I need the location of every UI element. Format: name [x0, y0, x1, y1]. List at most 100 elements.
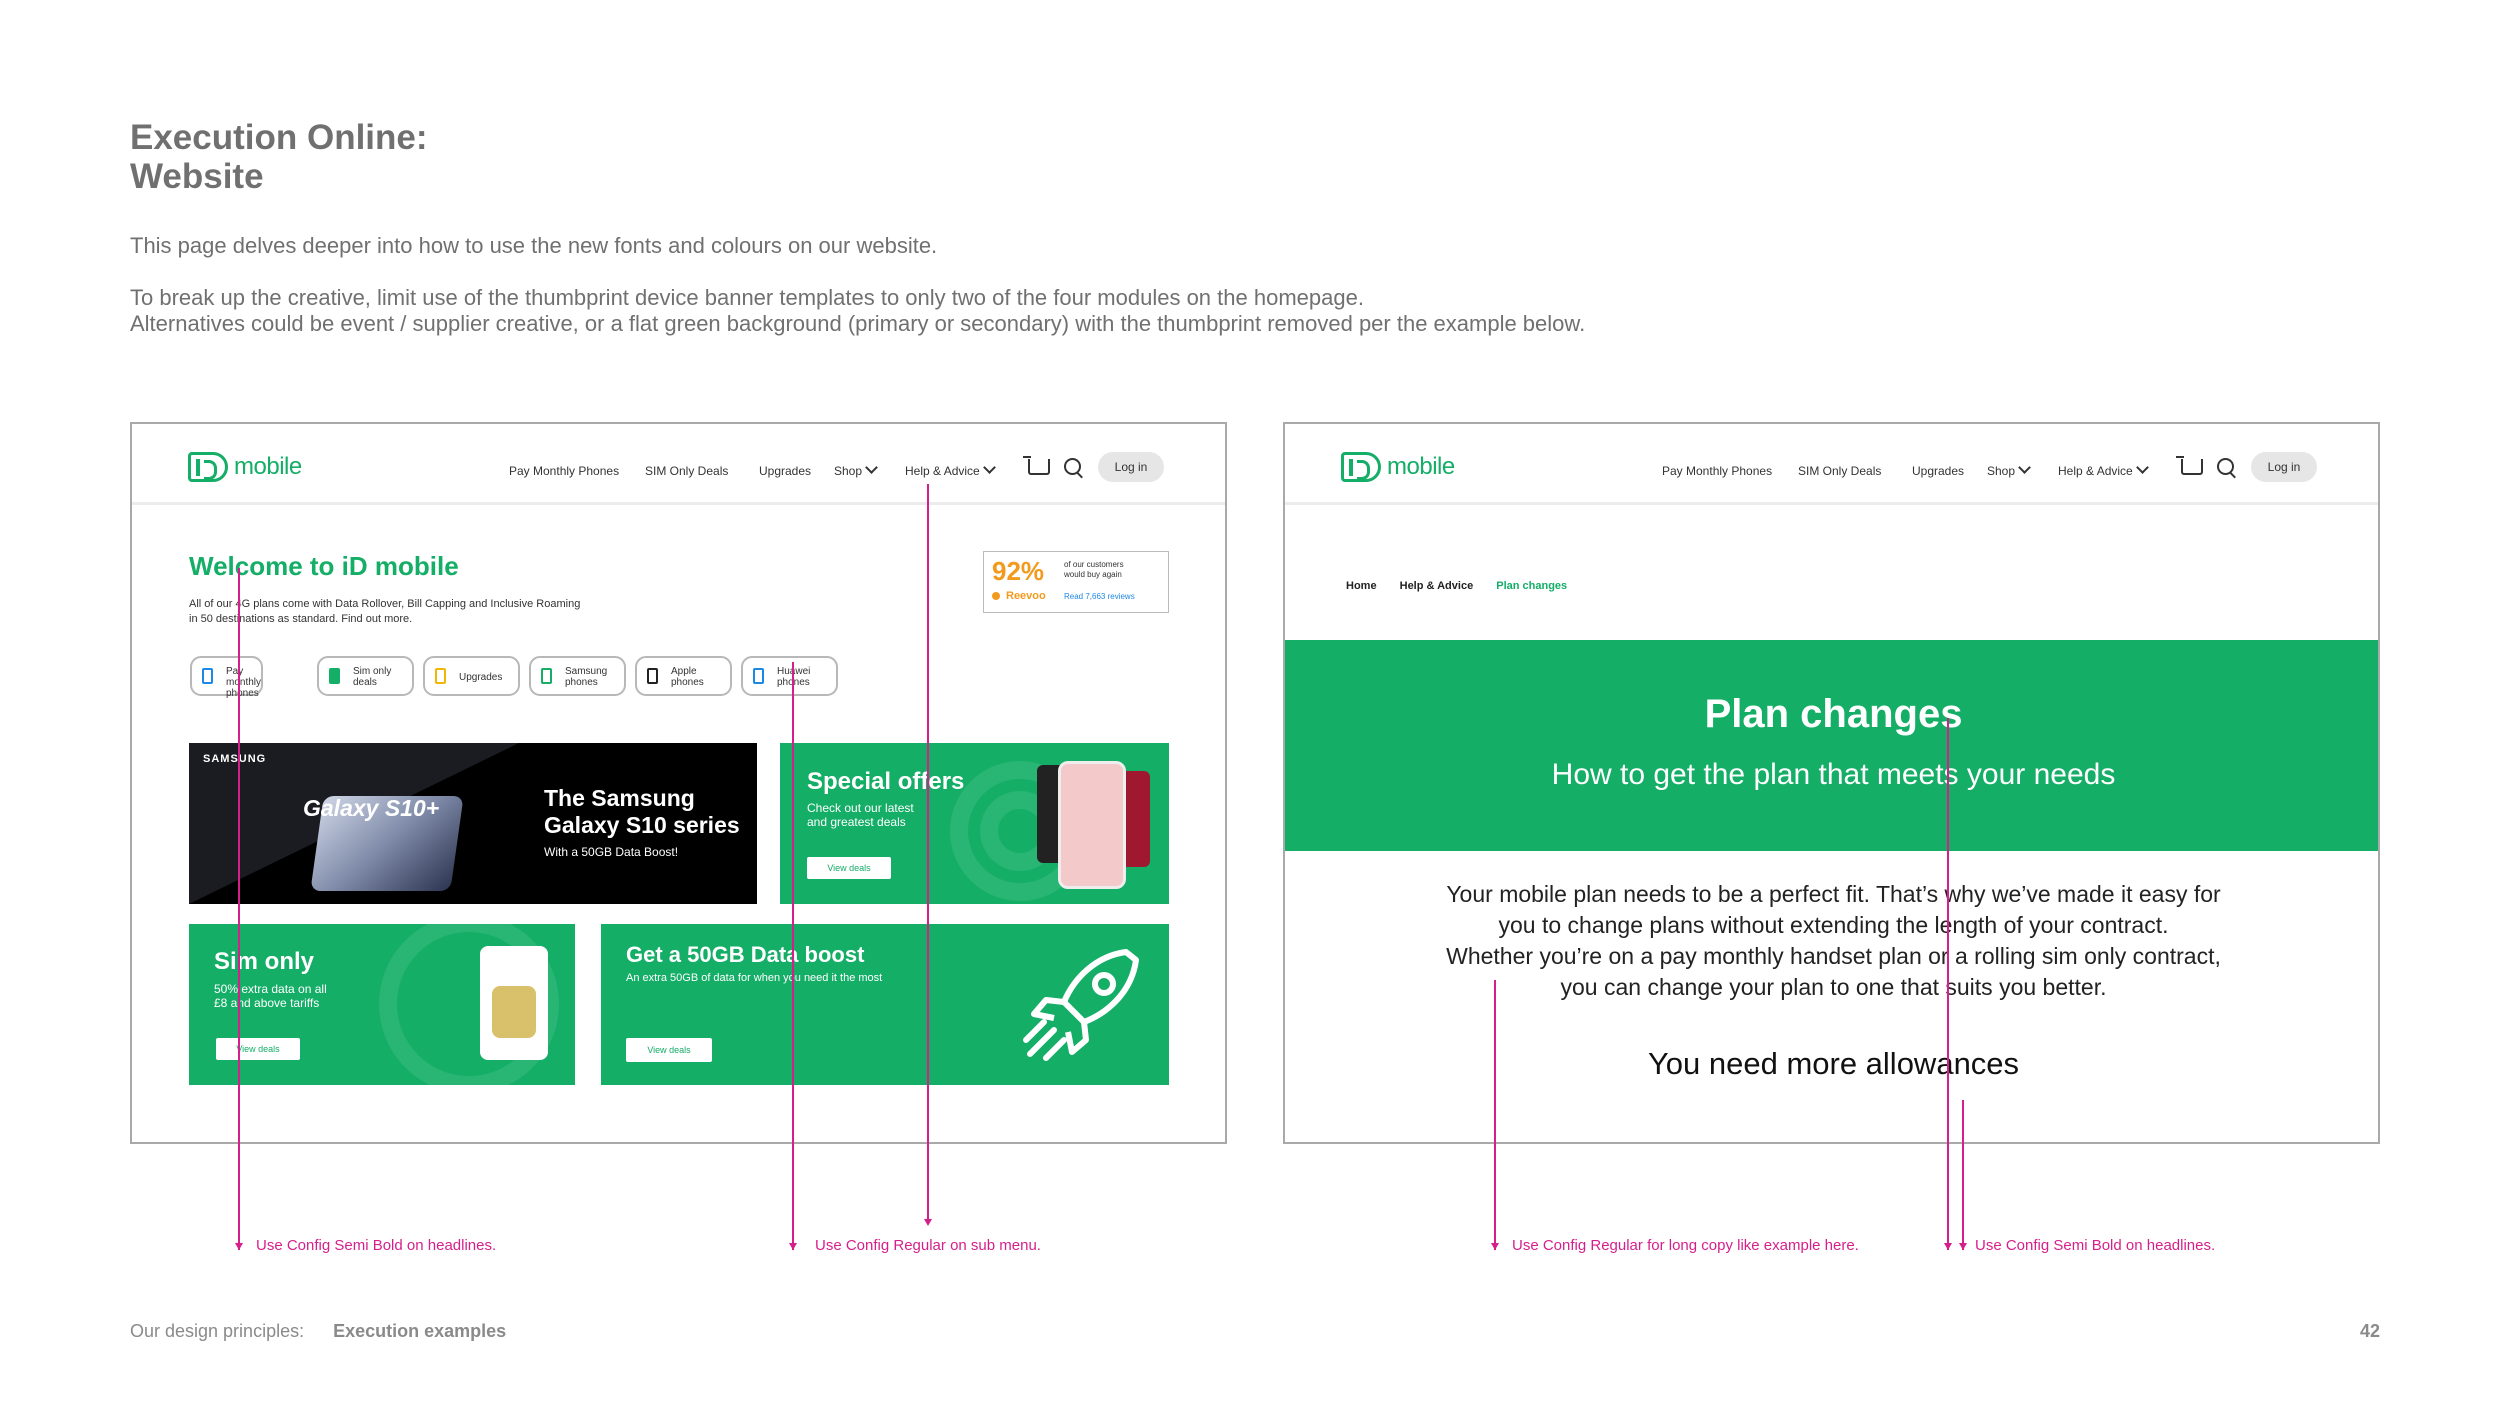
- search-icon[interactable]: [1064, 458, 1081, 475]
- samsung-sub: With a 50GB Data Boost!: [544, 845, 679, 859]
- nav-upgrades[interactable]: Upgrades: [759, 464, 811, 478]
- chevron-down-icon: [2018, 461, 2031, 474]
- samsung-headline-line1: The Samsung: [544, 785, 695, 811]
- chip-samsung[interactable]: Samsung phones: [529, 656, 626, 696]
- special-offers-sub-line2: and greatest deals: [807, 815, 906, 829]
- site-nav: mobile Pay Monthly Phones SIM Only Deals…: [132, 424, 1225, 505]
- chip-upgrades[interactable]: Upgrades: [423, 656, 520, 696]
- annotation-arrow-icon: [235, 1243, 243, 1250]
- id-logo-icon: [188, 452, 228, 482]
- nav-pay-monthly[interactable]: Pay Monthly Phones: [1662, 464, 1772, 478]
- phone-icon: [753, 668, 764, 684]
- page-title: Execution Online: Website: [130, 118, 428, 196]
- footer-section: Our design principles:: [130, 1321, 305, 1341]
- chip-label: Pay monthly phones: [226, 666, 261, 699]
- desc-line2: in 50 destinations as standard. Find out…: [189, 613, 413, 625]
- footer-subsection: Execution examples: [333, 1321, 507, 1341]
- chip-label: Samsung phones: [565, 666, 607, 688]
- view-deals-button[interactable]: View deals: [807, 857, 891, 879]
- login-button[interactable]: Log in: [1098, 452, 1164, 482]
- phone-icon: [202, 668, 213, 684]
- special-offers-sub-line1: Check out our latest: [807, 801, 914, 815]
- id-mobile-logo[interactable]: mobile: [188, 450, 302, 484]
- annotation-line: [927, 484, 929, 1224]
- nav-help[interactable]: Help & Advice: [2058, 461, 2149, 478]
- annotation-arrow-icon: [1491, 1243, 1499, 1250]
- chip-label-line2: deals: [353, 677, 377, 688]
- nav-sim-only[interactable]: SIM Only Deals: [645, 464, 728, 478]
- plan-changes-mockup: mobile Pay Monthly Phones SIM Only Deals…: [1283, 422, 2380, 1144]
- search-icon[interactable]: [2217, 458, 2234, 475]
- chip-label-line1: Pay monthly: [226, 666, 262, 688]
- body-line: Your mobile plan needs to be a perfect f…: [1446, 881, 2221, 907]
- samsung-headline-line2: Galaxy S10 series: [544, 812, 740, 838]
- sim-only-banner[interactable]: Sim only 50% extra data on all £8 and ab…: [189, 924, 575, 1085]
- chip-label: Apple phones: [671, 666, 704, 688]
- annotation-sub-menu: Use Config Regular on sub menu.: [815, 1237, 1041, 1254]
- page-number: 42: [2359, 1321, 2380, 1341]
- footer: Our design principles: Execution example…: [130, 1321, 506, 1342]
- cart-icon[interactable]: [1023, 456, 1050, 475]
- annotation-arrow-icon: [1959, 1243, 1967, 1250]
- cart-icon[interactable]: [2176, 456, 2203, 475]
- nav-pay-monthly[interactable]: Pay Monthly Phones: [509, 464, 619, 478]
- reevoo-widget[interactable]: 92% of our customers would buy again Ree…: [983, 551, 1169, 613]
- breadcrumb-current: Plan changes: [1496, 580, 1568, 592]
- intro-paragraph-2: To break up the creative, limit use of t…: [130, 285, 1364, 310]
- breadcrumb: Home Help & Advice Plan changes: [1346, 580, 1567, 592]
- reevoo-percent: 92%: [992, 556, 1045, 586]
- nav-sim-only[interactable]: SIM Only Deals: [1798, 464, 1881, 478]
- page-title-line1: Execution Online:: [130, 118, 428, 157]
- chip-label: Sim only deals: [353, 666, 391, 688]
- chevron-down-icon: [2135, 461, 2149, 474]
- id-logo-icon: [1341, 452, 1381, 482]
- allowances-subhead: You need more allowances: [1647, 1046, 2020, 1081]
- id-mobile-logo[interactable]: mobile: [1341, 450, 1455, 484]
- chip-sim-only[interactable]: Sim only deals: [317, 656, 414, 696]
- special-offers-banner[interactable]: Special offers Check out our latest and …: [780, 743, 1169, 904]
- chip-pay-monthly[interactable]: Pay monthly phones: [190, 656, 263, 699]
- logo-text: mobile: [1387, 453, 1455, 480]
- nav-shop[interactable]: Shop: [834, 461, 878, 478]
- phone-image: [1058, 761, 1126, 889]
- login-button[interactable]: Log in: [2251, 452, 2317, 482]
- sim-chip-icon: [492, 986, 536, 1038]
- chevron-down-icon: [865, 461, 878, 474]
- desc-line1: All of our 4G plans come with Data Rollo…: [189, 598, 581, 610]
- reevoo-text: of our customers would buy again: [1064, 560, 1124, 580]
- welcome-description: All of our 4G plans come with Data Rollo…: [189, 597, 580, 627]
- welcome-headline: Welcome to iD mobile: [189, 551, 459, 581]
- chip-apple[interactable]: Apple phones: [635, 656, 732, 696]
- sim-only-sub-line2: £8 and above tariffs: [214, 996, 320, 1010]
- reevoo-text-line1: of our customers: [1064, 560, 1124, 569]
- nav-shop[interactable]: Shop: [1987, 461, 2031, 478]
- data-boost-banner[interactable]: Get a 50GB Data boost An extra 50GB of d…: [601, 924, 1169, 1085]
- site-nav: mobile Pay Monthly Phones SIM Only Deals…: [1285, 424, 2378, 505]
- view-deals-button[interactable]: View deals: [216, 1038, 300, 1060]
- nav-help[interactable]: Help & Advice: [905, 461, 996, 478]
- intro-paragraph-3: Alternatives could be event / supplier c…: [130, 311, 1586, 336]
- annotation-arrow-icon: [1944, 1243, 1952, 1250]
- breadcrumb-help[interactable]: Help & Advice: [1400, 580, 1474, 592]
- view-deals-button[interactable]: View deals: [626, 1038, 712, 1062]
- annotation-line: [1494, 980, 1496, 1250]
- homepage-mockup: mobile Pay Monthly Phones SIM Only Deals…: [130, 422, 1227, 1144]
- breadcrumb-home[interactable]: Home: [1346, 580, 1377, 592]
- chip-huawei[interactable]: Huaweiphones: [741, 656, 838, 696]
- sim-only-sub: 50% extra data on all £8 and above tarif…: [214, 982, 327, 1010]
- nav-upgrades[interactable]: Upgrades: [1912, 464, 1964, 478]
- annotation-arrow-icon: [924, 1219, 932, 1226]
- sim-card-image: [480, 946, 548, 1060]
- reevoo-brand: Reevoo: [1006, 590, 1046, 602]
- samsung-banner[interactable]: SAMSUNG Galaxy S10+ The Samsung Galaxy S…: [189, 743, 757, 904]
- reevoo-reviews-link[interactable]: Read 7,663 reviews: [1064, 592, 1135, 601]
- data-boost-sub: An extra 50GB of data for when you need …: [626, 972, 883, 984]
- chip-label-line1: Apple: [671, 666, 697, 677]
- reevoo-logo-icon: [992, 592, 1000, 600]
- reevoo-text-line2: would buy again: [1064, 570, 1122, 579]
- special-offers-title: Special offers: [807, 768, 965, 795]
- hero-subtitle: How to get the plan that meets your need…: [1551, 758, 2116, 791]
- body-copy: Your mobile plan needs to be a perfect f…: [1285, 879, 2378, 1003]
- chip-label-line1: Sim only: [353, 666, 392, 677]
- annotation-headlines: Use Config Semi Bold on headlines.: [256, 1237, 497, 1254]
